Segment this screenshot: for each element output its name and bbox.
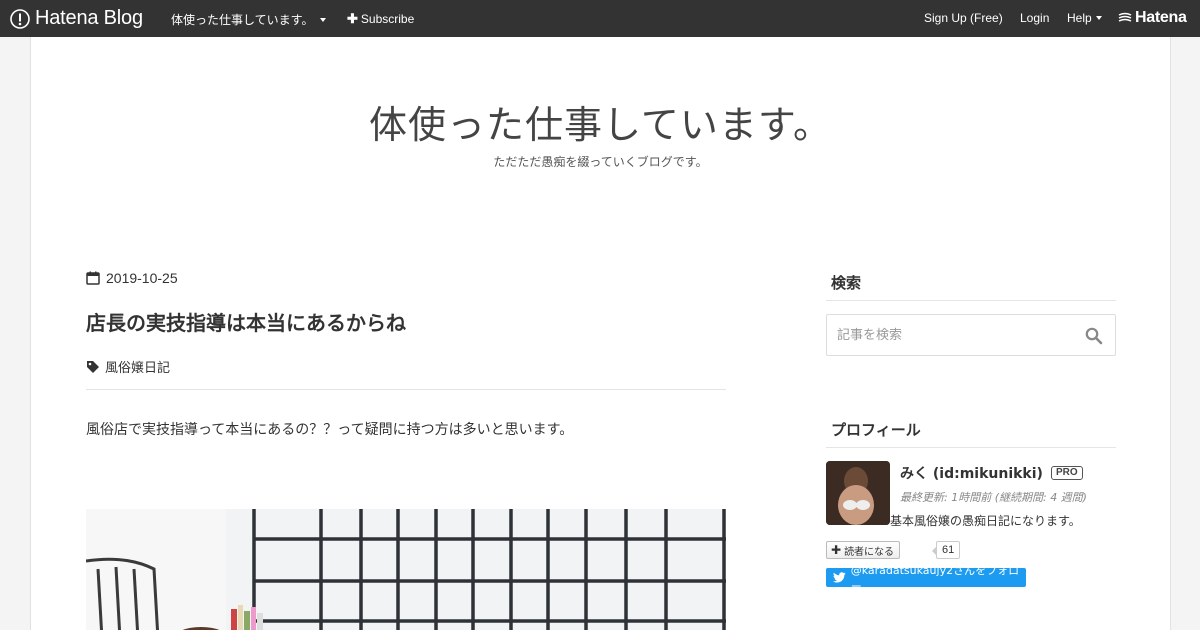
hatena-blog-logo-icon [10,8,30,29]
twitter-follow-button[interactable]: @karadatsukaujy2さんをフォロー [826,564,1026,593]
search-input[interactable] [837,326,1077,344]
profile-last-updated: 最終更新: 1時間前 (継続期間: 4 週間) [900,491,1087,504]
search-icon[interactable] [1085,327,1103,345]
entry-body-text: 風俗店で実技指導って本当にあるの？？って疑問に持つ方は多いと思います。 [86,422,574,438]
hatena-logo-text: Hatena [1135,9,1187,26]
subscribe-label: Subscribe [360,12,415,26]
help-label: Help [1067,11,1092,25]
blog-name-dropdown[interactable]: 体使った仕事しています。 [171,11,327,28]
subscribe-button[interactable]: ✚ Subscribe [347,11,414,27]
hatena-blog-logo[interactable]: Hatena Blog [10,7,143,30]
chevron-down-icon [1095,16,1102,20]
blog-description: ただただ愚痴を綴っていくブログです。 [493,155,708,169]
reader-subscribe-button[interactable]: ✚ 読者になる [826,541,901,559]
subscriber-count: 61 [931,541,961,559]
profile-description: 基本風俗嬢の愚痴日記になります。 [890,514,1081,528]
twitter-follow-label: @karadatsukaujy2さんをフォロー [850,563,1020,593]
profile-name-text: みく (id:mikunikki) [900,466,1043,482]
hatena-logo[interactable]: Hatena [1118,9,1187,27]
avatar[interactable] [826,461,890,525]
entry-date-text: 2019-10-25 [106,270,178,286]
reader-subscribe-label: 読者になる [844,546,895,558]
chevron-down-icon [320,17,327,22]
search-module-title: 検索 [826,272,1116,301]
twitter-bird-icon [833,572,846,583]
blog-container: 体使った仕事しています。 ただただ愚痴を綴っていくブログです。 2019-10-… [30,37,1171,630]
entry-date[interactable]: 2019-10-25 [86,270,178,286]
blog-title[interactable]: 体使った仕事しています。 [31,94,1170,149]
blog-name-label: 体使った仕事しています。 [171,13,314,27]
entry-category-label: 風俗嬢日記 [105,361,171,376]
profile-module-title: プロフィール [826,419,1116,448]
search-box [826,314,1116,356]
tag-icon [87,360,99,373]
login-link[interactable]: Login [1020,11,1049,25]
pro-badge: PRO [1050,466,1083,480]
avatar-image [826,461,890,525]
entry-photo[interactable] [86,509,726,630]
global-header: Hatena Blog 体使った仕事しています。 ✚ Subscribe Sig… [0,0,1200,37]
hatena-logo-icon [1118,12,1132,22]
entry-photo-graphic [86,509,726,630]
entry-title[interactable]: 店長の実技指導は本当にあるからね [86,307,406,336]
entry-divider [86,389,726,390]
calendar-icon [86,271,100,285]
hatena-blog-logo-text: Hatena Blog [35,7,143,29]
plus-icon: ✚ [831,543,842,557]
entry-category[interactable]: 風俗嬢日記 [86,357,170,376]
signup-link[interactable]: Sign Up (Free) [924,11,1003,25]
plus-icon: ✚ [347,11,358,26]
profile-name[interactable]: みく (id:mikunikki) PRO [900,463,1083,483]
help-dropdown[interactable]: Help [1067,11,1102,25]
